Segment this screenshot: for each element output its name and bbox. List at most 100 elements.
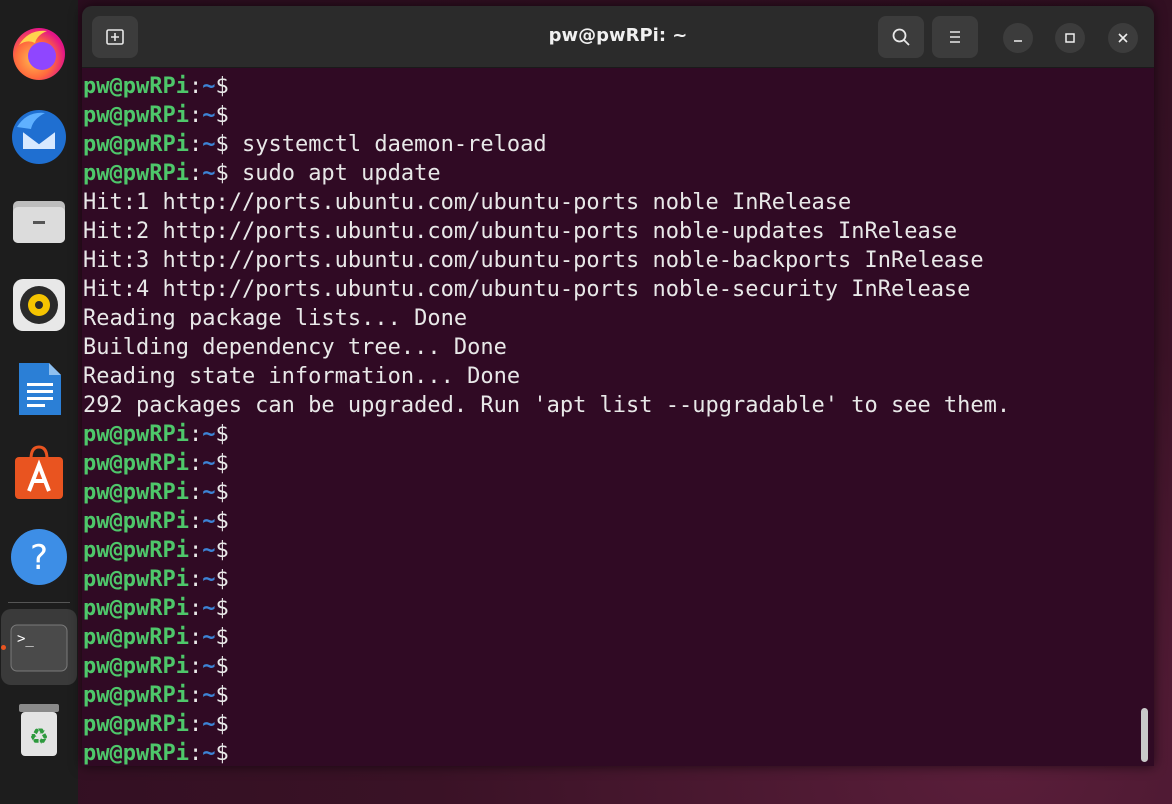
prompt-symbol: $ [215, 567, 229, 592]
minimize-icon [1014, 40, 1022, 42]
firefox-icon [13, 28, 65, 80]
running-indicator [1, 645, 6, 650]
prompt-separator: : [188, 712, 203, 737]
files-icon [13, 201, 65, 243]
prompt-line: pw@pwRPi:~$ [83, 101, 1142, 130]
prompt-symbol: $ [215, 596, 229, 621]
prompt-user: pw@pwRPi [83, 161, 189, 186]
prompt-user: pw@pwRPi [83, 538, 189, 563]
prompt-path: ~ [202, 422, 216, 447]
prompt-symbol: $ [215, 480, 229, 505]
dock-app-trash[interactable]: ♻ [8, 699, 70, 761]
prompt-path: ~ [202, 683, 216, 708]
svg-text:♻: ♻ [29, 725, 49, 750]
prompt-line: pw@pwRPi:~$ systemctl daemon-reload [83, 130, 1142, 159]
prompt-path: ~ [202, 596, 216, 621]
menu-button[interactable] [932, 16, 978, 58]
command-text: systemctl daemon-reload [228, 132, 547, 157]
dock-app-app-center[interactable] [8, 442, 70, 504]
prompt-symbol: $ [215, 451, 229, 476]
title-bar[interactable]: pw@pwRPi: ~ [82, 6, 1154, 68]
terminal-window: pw@pwRPi: ~ pw@pwRPi:~$ pw@pwRPi:~$ pw@p… [82, 6, 1154, 766]
prompt-line: pw@pwRPi:~$ sudo apt update [83, 159, 1142, 188]
dock-app-writer[interactable] [8, 358, 70, 420]
prompt-symbol: $ [215, 683, 229, 708]
command-text: sudo apt update [228, 161, 441, 186]
prompt-user: pw@pwRPi [83, 625, 189, 650]
dock-app-firefox[interactable] [8, 22, 70, 84]
prompt-line: pw@pwRPi:~$ [83, 710, 1142, 739]
prompt-separator: : [188, 567, 203, 592]
maximize-button[interactable] [1055, 23, 1085, 53]
terminal-output[interactable]: pw@pwRPi:~$ pw@pwRPi:~$ pw@pwRPi:~$ system… [82, 68, 1142, 766]
prompt-user: pw@pwRPi [83, 132, 189, 157]
trash-icon: ♻ [19, 704, 59, 756]
prompt-path: ~ [202, 509, 216, 534]
prompt-separator: : [188, 741, 203, 766]
scrollbar[interactable] [1141, 708, 1148, 762]
prompt-line: pw@pwRPi:~$ [83, 652, 1142, 681]
output-line: Reading state information... Done [83, 364, 521, 389]
prompt-path: ~ [202, 132, 216, 157]
prompt-user: pw@pwRPi [83, 683, 189, 708]
prompt-line: pw@pwRPi:~$ [83, 739, 1142, 766]
prompt-separator: : [188, 451, 203, 476]
prompt-line: pw@pwRPi:~$ [83, 623, 1142, 652]
prompt-symbol: $ [215, 74, 229, 99]
prompt-separator: : [188, 538, 203, 563]
prompt-line: pw@pwRPi:~$ [83, 681, 1142, 710]
dock-app-help[interactable]: ? [8, 526, 70, 588]
prompt-line: pw@pwRPi:~$ [83, 72, 1142, 101]
prompt-separator: : [188, 596, 203, 621]
prompt-user: pw@pwRPi [83, 712, 189, 737]
prompt-symbol: $ [215, 625, 229, 650]
prompt-user: pw@pwRPi [83, 509, 189, 534]
app-center-icon [15, 445, 63, 499]
thunderbird-icon [12, 110, 66, 164]
dock-separator [8, 602, 70, 603]
window-title: pw@pwRPi: ~ [548, 25, 688, 46]
prompt-symbol: $ [215, 422, 229, 447]
prompt-separator: : [188, 509, 203, 534]
dock-app-terminal[interactable]: >_ [1, 609, 77, 685]
prompt-path: ~ [202, 161, 216, 186]
prompt-path: ~ [202, 74, 216, 99]
prompt-symbol: $ [215, 741, 229, 766]
terminal-icon: >_ [10, 624, 68, 672]
rhythmbox-icon [13, 279, 65, 331]
dock-app-thunderbird[interactable] [8, 106, 70, 168]
dock: ? >_ ♻ [0, 0, 78, 804]
prompt-symbol: $ [215, 654, 229, 679]
search-button[interactable] [878, 16, 924, 58]
prompt-path: ~ [202, 538, 216, 563]
minimize-button[interactable] [1003, 23, 1033, 53]
prompt-path: ~ [202, 567, 216, 592]
dock-app-files[interactable] [8, 190, 70, 252]
prompt-separator: : [188, 683, 203, 708]
prompt-user: pw@pwRPi [83, 422, 189, 447]
hamburger-menu-icon [950, 31, 960, 43]
prompt-separator: : [188, 74, 203, 99]
svg-text:?: ? [30, 538, 48, 578]
prompt-separator: : [188, 480, 203, 505]
output-line: Hit:4 http://ports.ubuntu.com/ubuntu-por… [83, 277, 971, 302]
help-icon: ? [11, 529, 67, 585]
dock-app-rhythmbox[interactable] [8, 274, 70, 336]
prompt-separator: : [188, 422, 203, 447]
prompt-separator: : [188, 654, 203, 679]
prompt-line: pw@pwRPi:~$ [83, 565, 1142, 594]
prompt-symbol: $ [215, 509, 229, 534]
prompt-symbol: $ [215, 103, 229, 128]
output-line: Hit:1 http://ports.ubuntu.com/ubuntu-por… [83, 190, 852, 215]
prompt-path: ~ [202, 451, 216, 476]
prompt-symbol: $ [215, 132, 229, 157]
prompt-path: ~ [202, 625, 216, 650]
prompt-line: pw@pwRPi:~$ [83, 420, 1142, 449]
prompt-path: ~ [202, 741, 216, 766]
output-line: Reading package lists... Done [83, 306, 468, 331]
close-button[interactable] [1108, 23, 1138, 53]
prompt-user: pw@pwRPi [83, 741, 189, 766]
prompt-symbol: $ [215, 161, 229, 186]
prompt-symbol: $ [215, 712, 229, 737]
prompt-user: pw@pwRPi [83, 451, 189, 476]
